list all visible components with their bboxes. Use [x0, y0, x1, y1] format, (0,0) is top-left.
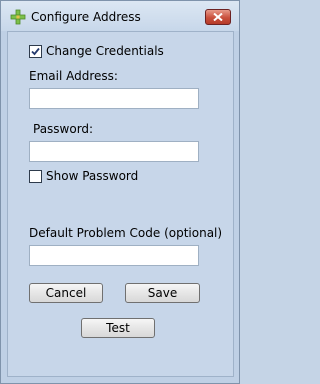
password-label: Password: [33, 122, 94, 136]
dialog-content: Change Credentials Email Address: Passwo… [7, 31, 234, 377]
change-credentials-checkbox[interactable] [29, 44, 42, 58]
configure-address-window: Configure Address Change Credentials Ema… [0, 0, 240, 384]
window-title: Configure Address [31, 10, 141, 24]
problem-code-input[interactable] [29, 245, 199, 266]
email-label: Email Address: [29, 69, 118, 83]
title-bar[interactable]: Configure Address [1, 1, 239, 31]
change-credentials-option[interactable]: Change Credentials [29, 44, 164, 58]
change-credentials-label: Change Credentials [46, 44, 164, 58]
password-input[interactable] [29, 141, 199, 162]
show-password-option[interactable]: Show Password [29, 169, 138, 183]
email-input[interactable] [29, 88, 199, 109]
show-password-label: Show Password [46, 169, 139, 183]
show-password-checkbox[interactable] [29, 169, 42, 183]
save-button[interactable]: Save [125, 283, 200, 303]
close-icon [213, 13, 223, 21]
cancel-button[interactable]: Cancel [29, 283, 103, 303]
problem-code-label: Default Problem Code (optional) [29, 226, 223, 240]
test-button[interactable]: Test [81, 318, 155, 338]
close-button[interactable] [205, 9, 231, 25]
check-icon [31, 47, 40, 55]
green-plus-icon [10, 9, 26, 25]
